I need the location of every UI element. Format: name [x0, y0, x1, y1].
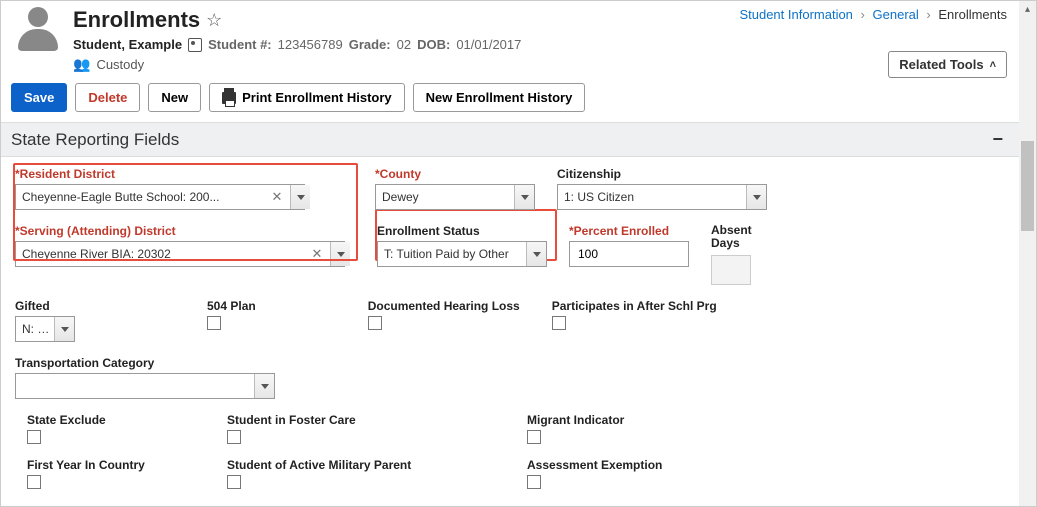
new-button[interactable]: New — [148, 83, 201, 112]
delete-button[interactable]: Delete — [75, 83, 140, 112]
breadcrumb-general[interactable]: General — [873, 7, 919, 22]
first-year-checkbox[interactable] — [27, 475, 41, 489]
print-history-button[interactable]: Print Enrollment History — [209, 83, 405, 112]
dropdown-caret-icon[interactable] — [746, 185, 766, 209]
id-card-icon[interactable] — [188, 38, 202, 52]
save-button[interactable]: Save — [11, 83, 67, 112]
chevron-right-icon: › — [926, 7, 930, 22]
transportation-select[interactable] — [15, 373, 275, 399]
assessment-exemption-checkbox[interactable] — [527, 475, 541, 489]
breadcrumb-current: Enrollments — [938, 7, 1007, 22]
grade-value: 02 — [397, 37, 411, 52]
county-label: County — [375, 167, 535, 181]
gifted-select[interactable]: N: No — [15, 316, 75, 342]
scrollbar-thumb[interactable] — [1021, 141, 1034, 231]
percent-enrolled-label: Percent Enrolled — [569, 224, 689, 238]
504-plan-label: 504 Plan — [207, 299, 256, 313]
first-year-label: First Year In Country — [27, 458, 227, 472]
military-parent-label: Student of Active Military Parent — [227, 458, 527, 472]
page-header: Enrollments ☆ Student Information › Gene… — [1, 1, 1019, 77]
percent-enrolled-value[interactable] — [576, 246, 682, 262]
percent-enrolled-input[interactable] — [569, 241, 689, 267]
after-school-label: Participates in After Schl Prg — [552, 299, 717, 313]
dropdown-caret-icon[interactable] — [290, 185, 310, 209]
student-name: Student, Example — [73, 37, 182, 52]
clear-icon[interactable]: ✕ — [308, 246, 326, 262]
enrollment-status-value: T: Tuition Paid by Other — [384, 247, 522, 261]
state-exclude-label: State Exclude — [27, 413, 227, 427]
new-history-button[interactable]: New Enrollment History — [413, 83, 586, 112]
gifted-label: Gifted — [15, 299, 75, 313]
resident-district-select[interactable]: Cheyenne-Eagle Butte School: 200... ✕ — [15, 184, 305, 210]
absent-days-label: Absent Days — [711, 224, 752, 250]
student-avatar — [13, 7, 63, 57]
dob-value: 01/01/2017 — [456, 37, 521, 52]
custody-badge[interactable]: Custody — [96, 57, 144, 72]
citizenship-select[interactable]: 1: US Citizen — [557, 184, 767, 210]
chevron-right-icon: › — [861, 7, 865, 22]
resident-district-label: Resident District — [15, 167, 315, 181]
chevron-up-icon: ˄ — [990, 59, 996, 71]
grade-label: Grade: — [349, 37, 391, 52]
serving-district-select[interactable]: Cheyenne River BIA: 20302 ✕ — [15, 241, 345, 267]
hearing-loss-checkbox[interactable] — [368, 316, 382, 330]
hearing-loss-label: Documented Hearing Loss — [368, 299, 520, 313]
county-value: Dewey — [382, 190, 510, 204]
clear-icon[interactable]: ✕ — [268, 189, 286, 205]
scroll-up-arrow-icon[interactable]: ▴ — [1019, 1, 1036, 18]
student-number-label: Student #: — [208, 37, 272, 52]
state-exclude-checkbox[interactable] — [27, 430, 41, 444]
related-tools-button[interactable]: Related Tools ˄ — [888, 51, 1007, 78]
dob-label: DOB: — [417, 37, 450, 52]
student-info-line: Student, Example Student #: 123456789 Gr… — [73, 37, 1009, 52]
related-tools-label: Related Tools — [899, 57, 983, 72]
dropdown-caret-icon[interactable] — [526, 242, 546, 266]
serving-district-value: Cheyenne River BIA: 20302 — [16, 247, 308, 261]
504-plan-checkbox[interactable] — [207, 316, 221, 330]
citizenship-value: 1: US Citizen — [564, 190, 742, 204]
transportation-label: Transportation Category — [15, 356, 275, 370]
people-icon: 👥 — [73, 56, 90, 73]
state-reporting-section: State Reporting Fields − Resident Distri… — [1, 123, 1019, 506]
foster-care-checkbox[interactable] — [227, 430, 241, 444]
page-title: Enrollments — [73, 7, 200, 33]
dropdown-caret-icon[interactable] — [254, 374, 274, 398]
favorite-star-icon[interactable]: ☆ — [206, 10, 222, 31]
breadcrumb: Student Information › General › Enrollme… — [739, 7, 1007, 22]
serving-district-label: Serving (Attending) District — [15, 224, 355, 238]
citizenship-label: Citizenship — [557, 167, 767, 181]
action-bar: Save Delete New Print Enrollment History… — [1, 77, 1019, 123]
student-number-value: 123456789 — [278, 37, 343, 52]
county-select[interactable]: Dewey — [375, 184, 535, 210]
printer-icon — [222, 92, 236, 104]
enrollment-status-select[interactable]: T: Tuition Paid by Other — [377, 241, 547, 267]
dropdown-caret-icon[interactable] — [514, 185, 534, 209]
vertical-scrollbar[interactable]: ▴ — [1019, 1, 1036, 506]
migrant-label: Migrant Indicator — [527, 413, 624, 427]
collapse-icon[interactable]: − — [986, 129, 1009, 150]
assessment-exemption-label: Assessment Exemption — [527, 458, 662, 472]
migrant-checkbox[interactable] — [527, 430, 541, 444]
dropdown-caret-icon[interactable] — [54, 317, 74, 341]
military-parent-checkbox[interactable] — [227, 475, 241, 489]
dropdown-caret-icon[interactable] — [330, 242, 350, 266]
foster-care-label: Student in Foster Care — [227, 413, 527, 427]
section-title: State Reporting Fields — [11, 130, 179, 150]
resident-district-value: Cheyenne-Eagle Butte School: 200... — [16, 190, 268, 204]
gifted-value: N: No — [22, 322, 50, 336]
after-school-checkbox[interactable] — [552, 316, 566, 330]
print-history-label: Print Enrollment History — [242, 90, 392, 105]
enrollment-status-label: Enrollment Status — [377, 224, 547, 238]
absent-days-display — [711, 255, 751, 285]
breadcrumb-student-info[interactable]: Student Information — [739, 7, 852, 22]
